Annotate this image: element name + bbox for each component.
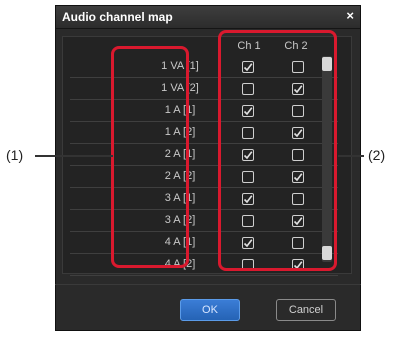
checkbox-ch1[interactable]	[242, 171, 254, 183]
checkbox-ch1[interactable]	[242, 83, 254, 95]
checkbox-ch2[interactable]	[292, 237, 304, 249]
channel-label: 3 A [2]	[164, 214, 196, 226]
cancel-button[interactable]: Cancel	[276, 299, 336, 321]
channel-label: 4 A [2]	[164, 258, 196, 270]
table-row: 3 A [1]	[70, 188, 338, 210]
checkbox-ch1[interactable]	[242, 237, 254, 249]
checkbox-ch1[interactable]	[242, 193, 254, 205]
checkbox-ch2[interactable]	[292, 83, 304, 95]
table-row: 3 A [2]	[70, 210, 338, 232]
checkbox-ch2[interactable]	[292, 193, 304, 205]
callout-line-right	[338, 155, 364, 157]
column-header-ch2: Ch 2	[284, 40, 308, 52]
channel-label: 1 VA [2]	[161, 82, 199, 94]
table-row: 4 A [2]	[70, 254, 338, 276]
checkbox-ch2[interactable]	[292, 259, 304, 271]
callout-label-right: (2)	[368, 147, 386, 163]
table-row: 2 A [2]	[70, 166, 338, 188]
checkbox-ch2[interactable]	[292, 105, 304, 117]
divider	[55, 284, 361, 285]
scrollbar-thumb-bottom[interactable]	[322, 246, 332, 260]
ok-button[interactable]: OK	[180, 299, 240, 321]
channel-label: 1 VA [1]	[161, 60, 199, 72]
checkbox-ch1[interactable]	[242, 215, 254, 227]
checkbox-ch2[interactable]	[292, 171, 304, 183]
checkbox-ch1[interactable]	[242, 105, 254, 117]
table-row: 1 VA [2]	[70, 78, 338, 100]
channel-label: 3 A [1]	[164, 192, 196, 204]
channel-label: 1 A [1]	[164, 104, 196, 116]
checkbox-ch2[interactable]	[292, 215, 304, 227]
checkbox-ch2[interactable]	[292, 149, 304, 161]
table-row: 1 A [1]	[70, 100, 338, 122]
checkbox-ch1[interactable]	[242, 259, 254, 271]
scrollbar-track[interactable]	[322, 56, 332, 262]
checkbox-ch1[interactable]	[242, 61, 254, 73]
channel-label: 2 A [1]	[164, 148, 196, 160]
scrollbar-thumb-top[interactable]	[322, 57, 332, 71]
table-row: 4 A [1]	[70, 232, 338, 254]
callout-line-left	[35, 155, 113, 157]
channel-label: 4 A [1]	[164, 236, 196, 248]
channel-label: 1 A [2]	[164, 126, 196, 138]
title-bar[interactable]: Audio channel map ×	[56, 6, 360, 29]
table-row: 1 VA [1]	[70, 56, 338, 78]
checkbox-ch1[interactable]	[242, 149, 254, 161]
checkbox-ch1[interactable]	[242, 127, 254, 139]
close-icon[interactable]: ×	[346, 8, 354, 23]
dialog-title: Audio channel map	[62, 10, 173, 24]
channel-label: 2 A [2]	[164, 170, 196, 182]
table-row: 1 A [2]	[70, 122, 338, 144]
column-header-ch1: Ch 1	[237, 40, 261, 52]
checkbox-ch2[interactable]	[292, 61, 304, 73]
checkbox-ch2[interactable]	[292, 127, 304, 139]
callout-label-left: (1)	[6, 147, 24, 163]
